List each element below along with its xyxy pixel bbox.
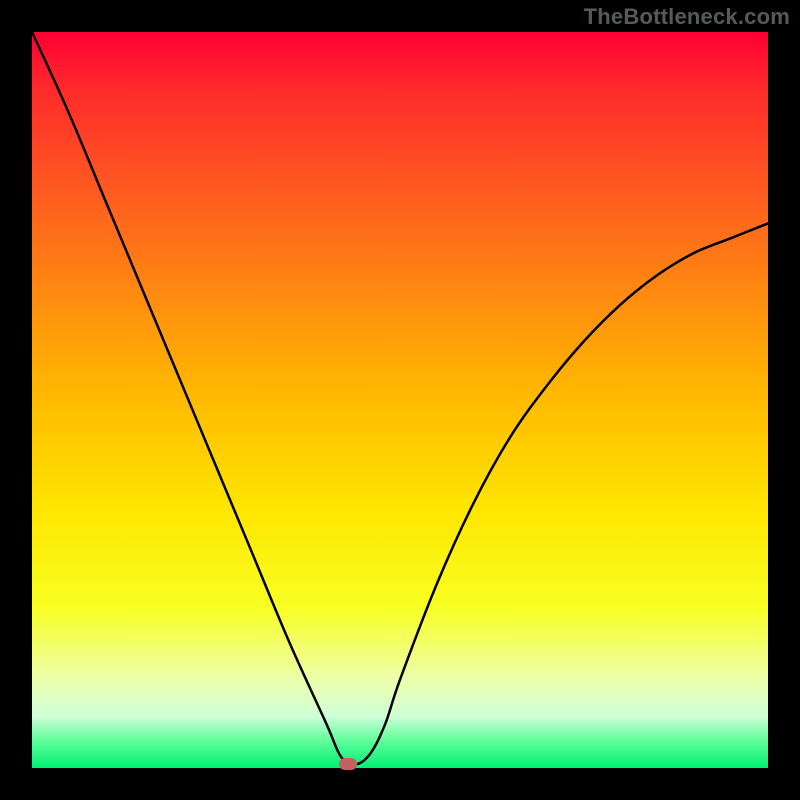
curve-layer bbox=[32, 32, 768, 768]
plot-area bbox=[32, 32, 768, 768]
chart-frame: TheBottleneck.com bbox=[0, 0, 800, 800]
bottleneck-curve bbox=[32, 32, 768, 764]
watermark-text: TheBottleneck.com bbox=[584, 4, 790, 30]
optimal-marker bbox=[339, 758, 357, 770]
